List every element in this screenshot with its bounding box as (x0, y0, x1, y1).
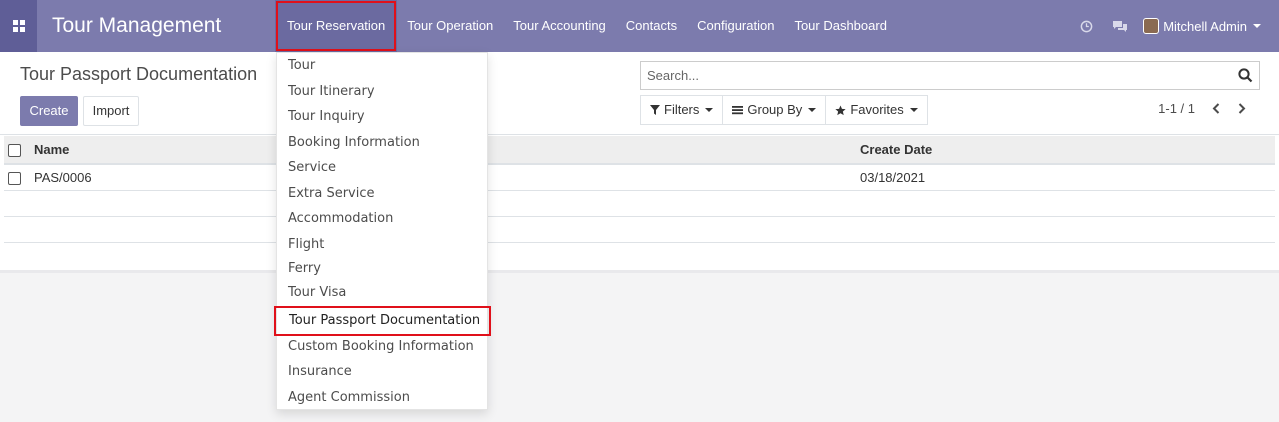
dropdown-item-tour[interactable]: Tour (288, 58, 315, 74)
search-input[interactable] (641, 62, 1221, 89)
table-header: Name Create Date (4, 136, 1275, 165)
user-name: Mitchell Admin (1163, 18, 1247, 34)
select-all-checkbox[interactable] (8, 144, 21, 158)
group-by-label: Group By (747, 102, 803, 117)
dropdown-item-tour-inquiry[interactable]: Tour Inquiry (288, 109, 365, 125)
table-row[interactable]: PAS/0006 03/18/2021 (4, 163, 1275, 190)
menu-contacts[interactable]: Contacts (616, 0, 687, 52)
pager-next[interactable] (1229, 103, 1255, 114)
tour-reservation-dropdown: Tour Tour Itinerary Tour Inquiry Booking… (274, 52, 491, 410)
dropdown-item-service[interactable]: Service (288, 160, 336, 176)
pager-value[interactable]: 1-1 / 1 (1158, 101, 1195, 116)
breadcrumb: Tour Passport Documentation (20, 64, 258, 84)
filters-label: Filters (664, 102, 700, 117)
cell-create-date[interactable]: 03/18/2021 (856, 163, 1275, 190)
chevron-right-icon (1238, 103, 1246, 114)
dropdown-item-custom-booking-information[interactable]: Custom Booking Information (288, 339, 474, 355)
search-icon[interactable] (1238, 68, 1253, 83)
favorites-label: Favorites (850, 102, 904, 117)
star-icon (835, 104, 846, 115)
top-menu: Tour Reservation Tour Operation Tour Acc… (275, 0, 897, 52)
grid-icon (12, 20, 25, 32)
dropdown-item-insurance[interactable]: Insurance (288, 364, 352, 380)
dropdown-item-tour-itinerary[interactable]: Tour Itinerary (288, 84, 375, 100)
menu-configuration[interactable]: Configuration (687, 0, 784, 52)
row-select-cell (4, 163, 30, 190)
records-table: Name Create Date PAS/0006 03/18/2021 (4, 136, 1275, 268)
messaging-button[interactable] (1103, 0, 1137, 52)
control-panel: Tour Passport Documentation Create Impor… (0, 52, 1279, 135)
pager: 1-1 / 1 (1158, 101, 1255, 116)
dropdown-item-agent-commission[interactable]: Agent Commission (288, 390, 410, 406)
table-row-empty (4, 215, 1275, 242)
main-navbar: Tour Management Tour Reservation Tour Op… (0, 0, 1279, 52)
dropdown-item-tour-passport-documentation[interactable]: Tour Passport Documentation (274, 306, 491, 336)
menu-tour-accounting[interactable]: Tour Accounting (503, 0, 616, 52)
avatar (1143, 18, 1160, 34)
select-all-cell (4, 136, 30, 165)
dropdown-item-booking-information[interactable]: Booking Information (288, 135, 420, 151)
chevron-down-icon (1253, 24, 1261, 28)
filter-icon (650, 105, 660, 115)
user-menu[interactable]: Mitchell Admin (1137, 0, 1279, 52)
search-box (640, 61, 1260, 90)
dropdown-item-ferry[interactable]: Ferry (288, 261, 321, 277)
activity-button[interactable] (1069, 0, 1103, 52)
group-by-button[interactable]: Group By (722, 95, 827, 125)
dropdown-item-tour-visa[interactable]: Tour Visa (288, 285, 346, 301)
apps-menu-button[interactable] (0, 0, 37, 52)
list-view: Name Create Date PAS/0006 03/18/2021 (4, 136, 1275, 270)
list-icon (732, 106, 744, 115)
dropdown-item-extra-service[interactable]: Extra Service (288, 186, 375, 202)
chevron-left-icon (1212, 103, 1220, 114)
clock-icon (1080, 20, 1093, 32)
dropdown-item-accommodation[interactable]: Accommodation (288, 211, 393, 227)
column-header-create-date[interactable]: Create Date (856, 136, 1275, 165)
search-options: Filters Group By Favorites (640, 95, 928, 125)
dropdown-item-flight[interactable]: Flight (288, 237, 324, 253)
import-button[interactable]: Import (83, 96, 139, 126)
filters-button[interactable]: Filters (640, 95, 724, 125)
create-button[interactable]: Create (20, 96, 78, 126)
menu-tour-dashboard[interactable]: Tour Dashboard (784, 0, 897, 52)
menu-tour-operation[interactable]: Tour Operation (397, 0, 503, 52)
favorites-button[interactable]: Favorites (825, 95, 928, 125)
pager-previous[interactable] (1203, 103, 1229, 114)
chat-icon (1113, 20, 1128, 32)
menu-tour-reservation[interactable]: Tour Reservation (275, 0, 398, 52)
row-checkbox[interactable] (8, 171, 21, 185)
content-background (0, 270, 1279, 422)
app-title: Tour Management (52, 14, 222, 37)
systray: Mitchell Admin (1069, 0, 1279, 52)
table-row-empty (4, 189, 1275, 216)
table-row-empty (4, 241, 1275, 268)
